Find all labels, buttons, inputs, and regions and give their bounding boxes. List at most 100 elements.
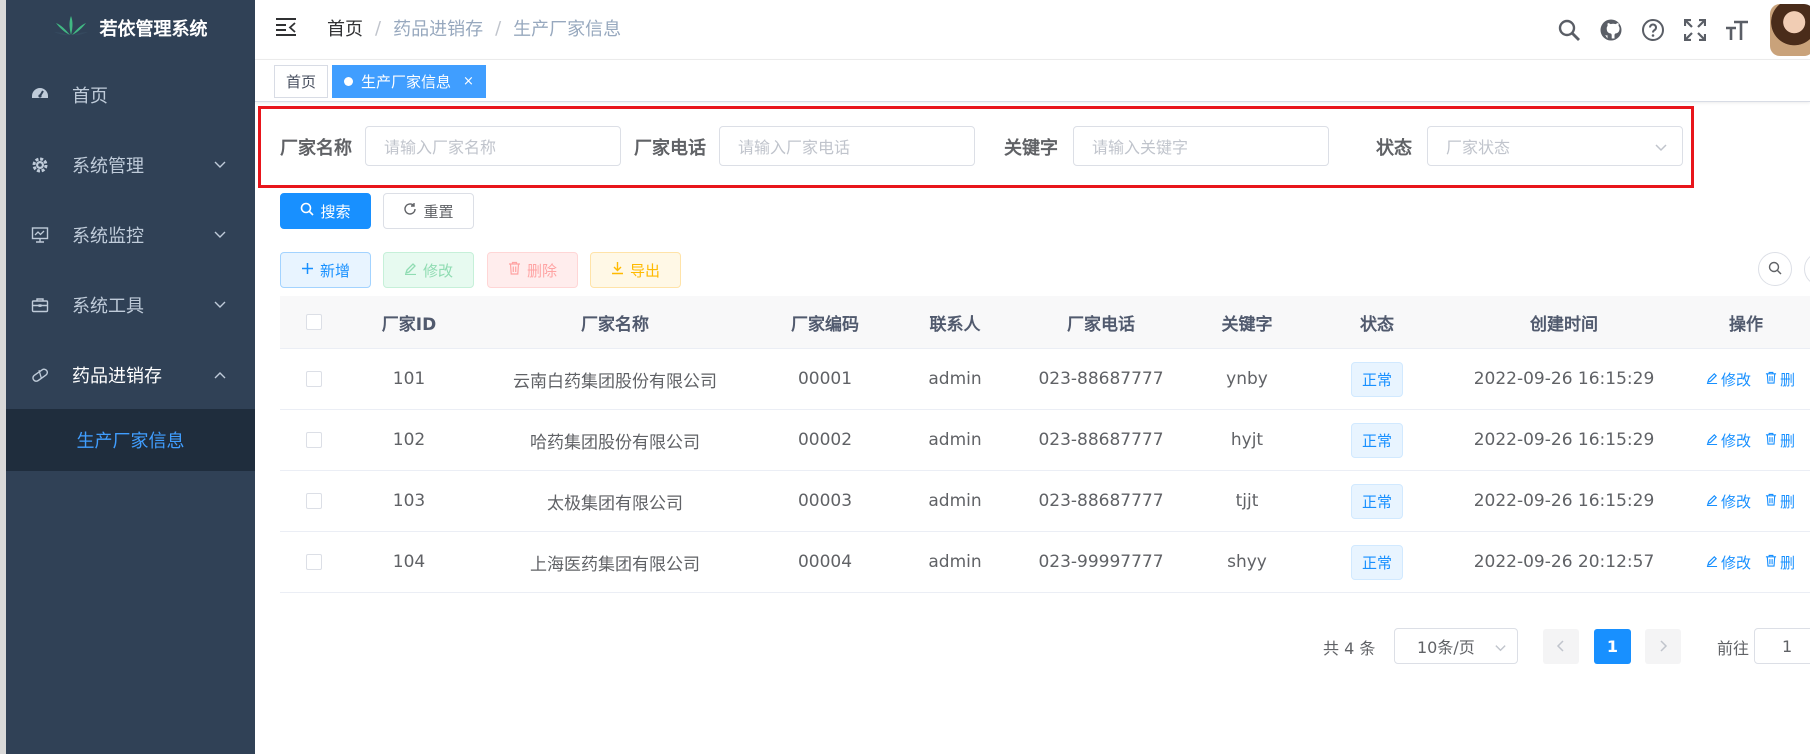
row-checkbox[interactable] (306, 371, 322, 387)
sidebar-item-label: 首页 (72, 86, 108, 107)
font-size-icon[interactable] (1724, 17, 1750, 43)
help-icon[interactable] (1640, 17, 1666, 43)
search-icon[interactable] (1556, 17, 1582, 43)
chevron-down-icon (1494, 639, 1507, 658)
cell-keyword: tjjt (1235, 491, 1259, 511)
row-checkbox[interactable] (306, 432, 322, 448)
refresh-table-button[interactable] (1804, 252, 1810, 286)
close-icon[interactable]: × (463, 74, 474, 89)
manufacturer-table: 厂家ID 厂家名称 厂家编码 联系人 厂家电话 关键字 状态 创建时间 操作 1… (280, 296, 1810, 593)
button-label: 重置 (423, 202, 454, 221)
app-root: 若依管理系统 首页 系统管理 系统监控 系统工具 药品进销存 生产厂家信息 首页… (0, 0, 1810, 754)
sidebar-subitem-label: 生产厂家信息 (76, 431, 185, 452)
select-placeholder: 厂家状态 (1446, 138, 1511, 157)
sidebar-item-label: 药品进销存 (72, 366, 162, 387)
next-page-button[interactable] (1645, 629, 1681, 664)
cell-status: 正常 (1312, 349, 1442, 409)
edit-icon (1706, 370, 1718, 388)
edit-icon (404, 261, 417, 279)
pill-icon (28, 363, 52, 387)
status-select[interactable]: 厂家状态 (1427, 126, 1683, 166)
column-header: 厂家电话 (1067, 314, 1135, 335)
avatar[interactable] (1770, 4, 1810, 56)
add-button[interactable]: 新增 (280, 252, 371, 288)
tag-home[interactable]: 首页 (274, 65, 329, 98)
download-icon (611, 261, 624, 279)
sidebar-item-system-management[interactable]: 系统管理 (6, 130, 255, 200)
cell-created: 2022-09-26 16:15:29 (1473, 491, 1655, 511)
page-size-value: 10条/页 (1417, 638, 1475, 657)
row-delete-link[interactable]: 删 (1765, 430, 1795, 451)
sidebar-item-label: 系统监控 (72, 226, 144, 247)
column-header: 状态 (1360, 314, 1394, 335)
row-checkbox[interactable] (306, 493, 322, 509)
row-edit-link[interactable]: 修改 (1706, 491, 1751, 512)
prev-page-button[interactable] (1543, 629, 1579, 664)
select-all-checkbox[interactable] (306, 314, 322, 330)
row-edit-link[interactable]: 修改 (1706, 369, 1751, 390)
sidebar-item-system-tools[interactable]: 系统工具 (6, 270, 255, 340)
cell-name: 上海医药集团有限公司 (530, 554, 700, 575)
column-header: 创建时间 (1530, 314, 1598, 335)
trash-icon (1765, 553, 1777, 571)
row-checkbox[interactable] (306, 554, 322, 570)
trash-icon (508, 261, 521, 279)
page-number-current[interactable]: 1 (1594, 629, 1631, 664)
github-icon[interactable] (1598, 17, 1624, 43)
tag-manufacturer-info[interactable]: 生产厂家信息 × (332, 65, 486, 98)
fullscreen-icon[interactable] (1682, 17, 1708, 43)
tag-label: 首页 (286, 73, 317, 91)
edit-button[interactable]: 修改 (383, 252, 474, 288)
cell-keyword: ynby (1226, 369, 1268, 389)
manufacturer-phone-label: 厂家电话 (634, 138, 706, 159)
button-label: 修改 (422, 261, 453, 280)
sidebar-item-system-monitor[interactable]: 系统监控 (6, 200, 255, 270)
keyword-input[interactable]: 请输入关键字 (1073, 126, 1329, 166)
select-all-cell (280, 296, 348, 348)
search-button[interactable]: 搜索 (280, 193, 371, 229)
input-placeholder: 请输入关键字 (1092, 138, 1189, 157)
row-edit-link[interactable]: 修改 (1706, 430, 1751, 451)
table-row: 103 太极集团有限公司 00003 admin 023-88687777 tj… (280, 471, 1810, 532)
cell-actions: 修改 删 (1706, 349, 1810, 409)
row-delete-link[interactable]: 删 (1765, 491, 1795, 512)
cell-code: 00002 (797, 430, 853, 450)
search-icon (300, 202, 315, 220)
column-header: 厂家编码 (791, 314, 859, 335)
column-header: 厂家名称 (581, 314, 649, 335)
breadcrumb-home[interactable]: 首页 (327, 15, 363, 41)
cell-status: 正常 (1312, 471, 1442, 531)
op-label: 修改 (1721, 492, 1752, 511)
export-button[interactable]: 导出 (590, 252, 681, 288)
cell-phone: 023-99997777 (1038, 552, 1164, 572)
manufacturer-phone-input[interactable]: 请输入厂家电话 (719, 126, 975, 166)
sidebar-item-home[interactable]: 首页 (6, 60, 255, 130)
row-select-cell (280, 410, 348, 470)
manufacturer-name-input[interactable]: 请输入厂家名称 (365, 126, 621, 166)
status-label: 状态 (1376, 138, 1412, 159)
goto-page-input[interactable]: 1 (1754, 628, 1810, 664)
table-header: 厂家ID 厂家名称 厂家编码 联系人 厂家电话 关键字 状态 创建时间 操作 (280, 296, 1810, 349)
sidebar-item-label: 系统管理 (72, 156, 144, 177)
cell-actions: 修改 删 (1706, 410, 1810, 470)
edit-icon (1706, 431, 1718, 449)
row-delete-link[interactable]: 删 (1765, 369, 1795, 390)
column-header: 操作 (1729, 314, 1763, 335)
sidebar-item-drug-inventory[interactable]: 药品进销存 (6, 340, 255, 410)
logo[interactable]: 若依管理系统 (6, 0, 255, 56)
delete-button[interactable]: 删除 (487, 252, 578, 288)
toggle-search-button[interactable] (1758, 252, 1792, 286)
status-badge: 正常 (1350, 361, 1403, 397)
cell-created: 2022-09-26 16:15:29 (1473, 369, 1655, 389)
cell-contact: admin (928, 369, 982, 389)
navbar: 首页 / 药品进销存 / 生产厂家信息 (255, 0, 1810, 60)
search-icon (1768, 260, 1782, 279)
reset-button[interactable]: 重置 (383, 193, 474, 229)
row-select-cell (280, 349, 348, 409)
hamburger-icon[interactable] (275, 17, 299, 41)
sidebar-subitem-manufacturer-info[interactable]: 生产厂家信息 (6, 409, 255, 471)
page-size-select[interactable]: 10条/页 (1394, 628, 1518, 664)
row-delete-link[interactable]: 删 (1765, 552, 1795, 573)
row-edit-link[interactable]: 修改 (1706, 552, 1751, 573)
column-header: 关键字 (1221, 314, 1273, 335)
